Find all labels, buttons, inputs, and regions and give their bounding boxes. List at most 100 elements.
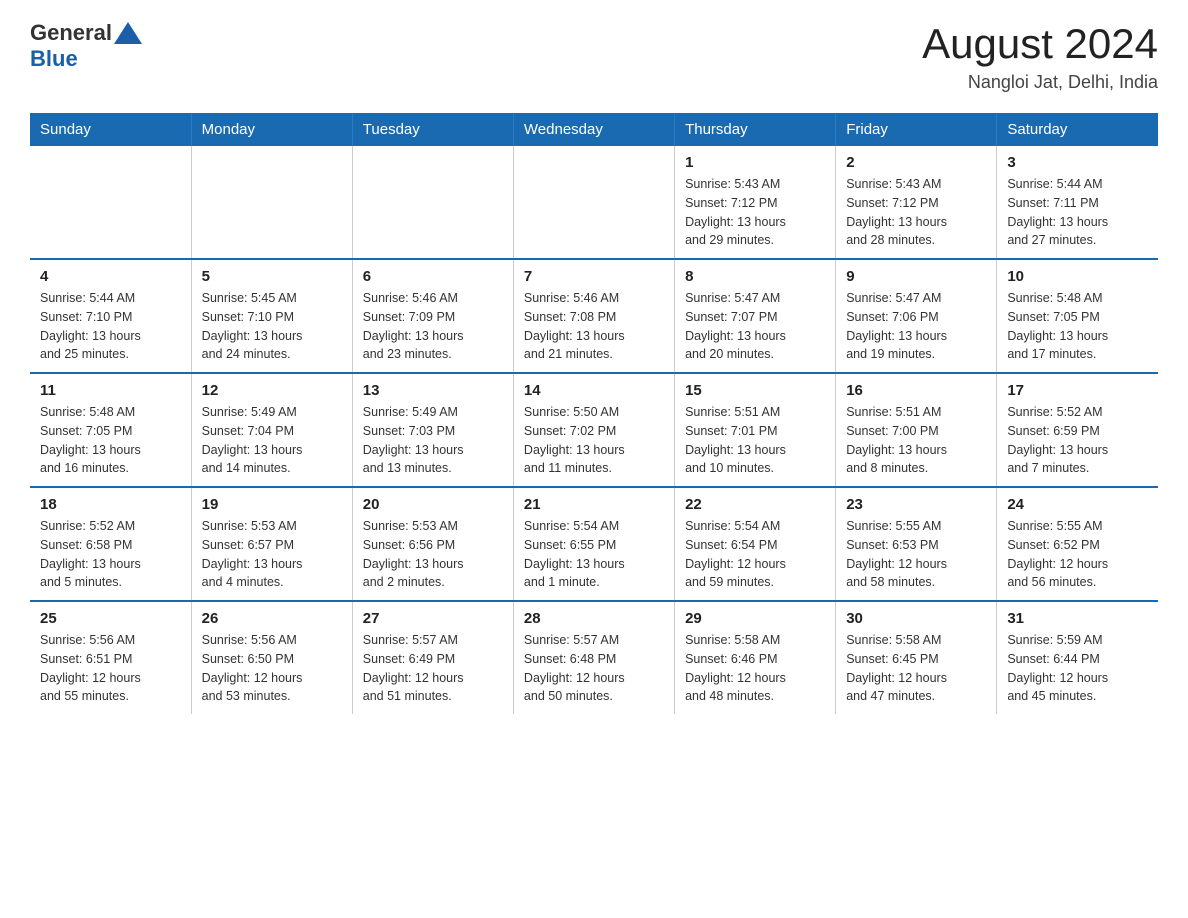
day-number: 16 (846, 382, 986, 399)
day-info: Sunrise: 5:55 AM Sunset: 6:52 PM Dayligh… (1007, 517, 1148, 592)
day-number: 5 (202, 268, 342, 285)
calendar-table: SundayMondayTuesdayWednesdayThursdayFrid… (30, 113, 1158, 714)
title-section: August 2024 Nangloi Jat, Delhi, India (922, 20, 1158, 93)
calendar-cell: 17Sunrise: 5:52 AM Sunset: 6:59 PM Dayli… (997, 373, 1158, 487)
day-number: 21 (524, 496, 664, 513)
header-row: SundayMondayTuesdayWednesdayThursdayFrid… (30, 113, 1158, 146)
week-row-1: 1 Sunrise: 5:43 AM Sunset: 7:12 PM Daylig… (30, 146, 1158, 259)
calendar-cell: 21 Sunrise: 5:54 AM Sunset: 6:55 PM Dayli… (513, 487, 674, 601)
day-number: 7 (524, 268, 664, 285)
calendar-body: 1 Sunrise: 5:43 AM Sunset: 7:12 PM Daylig… (30, 146, 1158, 714)
day-info: Sunrise: 5:54 AM Sunset: 6:55 PM Dayligh… (524, 517, 664, 592)
calendar-cell: 12 Sunrise: 5:49 AM Sunset: 7:04 PM Dayli… (191, 373, 352, 487)
calendar-cell: 28Sunrise: 5:57 AM Sunset: 6:48 PM Dayli… (513, 601, 674, 714)
week-row-4: 18 Sunrise: 5:52 AM Sunset: 6:58 PM Dayli… (30, 487, 1158, 601)
day-number: 28 (524, 610, 664, 627)
day-number: 18 (40, 496, 181, 513)
day-info: Sunrise: 5:45 AM Sunset: 7:10 PM Dayligh… (202, 289, 342, 364)
day-info: Sunrise: 5:54 AM Sunset: 6:54 PM Dayligh… (685, 517, 825, 592)
day-info: Sunrise: 5:59 AM Sunset: 6:44 PM Dayligh… (1007, 631, 1148, 706)
calendar-cell: 14 Sunrise: 5:50 AM Sunset: 7:02 PM Dayli… (513, 373, 674, 487)
day-number: 11 (40, 382, 181, 399)
day-number: 1 (685, 154, 825, 171)
calendar-cell: 30 Sunrise: 5:58 AM Sunset: 6:45 PM Dayli… (836, 601, 997, 714)
calendar-cell: 22 Sunrise: 5:54 AM Sunset: 6:54 PM Dayli… (675, 487, 836, 601)
calendar-cell: 19 Sunrise: 5:53 AM Sunset: 6:57 PM Dayli… (191, 487, 352, 601)
calendar-cell (30, 146, 191, 259)
day-info: Sunrise: 5:48 AM Sunset: 7:05 PM Dayligh… (1007, 289, 1148, 364)
day-number: 14 (524, 382, 664, 399)
day-info: Sunrise: 5:48 AM Sunset: 7:05 PM Dayligh… (40, 403, 181, 478)
day-number: 26 (202, 610, 342, 627)
day-number: 22 (685, 496, 825, 513)
day-info: Sunrise: 5:49 AM Sunset: 7:04 PM Dayligh… (202, 403, 342, 478)
day-number: 29 (685, 610, 825, 627)
logo-top-row: General (30, 20, 142, 46)
day-number: 20 (363, 496, 503, 513)
calendar-cell: 6Sunrise: 5:46 AM Sunset: 7:09 PM Daylig… (352, 259, 513, 373)
logo-general-text: General (30, 20, 112, 46)
calendar-cell (191, 146, 352, 259)
day-info: Sunrise: 5:51 AM Sunset: 7:01 PM Dayligh… (685, 403, 825, 478)
day-number: 27 (363, 610, 503, 627)
calendar-cell: 26 Sunrise: 5:56 AM Sunset: 6:50 PM Dayli… (191, 601, 352, 714)
calendar-cell: 11 Sunrise: 5:48 AM Sunset: 7:05 PM Dayli… (30, 373, 191, 487)
day-info: Sunrise: 5:47 AM Sunset: 7:07 PM Dayligh… (685, 289, 825, 364)
day-info: Sunrise: 5:50 AM Sunset: 7:02 PM Dayligh… (524, 403, 664, 478)
calendar-cell: 2 Sunrise: 5:43 AM Sunset: 7:12 PM Daylig… (836, 146, 997, 259)
day-info: Sunrise: 5:57 AM Sunset: 6:49 PM Dayligh… (363, 631, 503, 706)
day-info: Sunrise: 5:53 AM Sunset: 6:57 PM Dayligh… (202, 517, 342, 592)
header-day-wednesday: Wednesday (513, 113, 674, 146)
day-number: 24 (1007, 496, 1148, 513)
calendar-cell: 20Sunrise: 5:53 AM Sunset: 6:56 PM Dayli… (352, 487, 513, 601)
day-number: 9 (846, 268, 986, 285)
calendar-cell: 7Sunrise: 5:46 AM Sunset: 7:08 PM Daylig… (513, 259, 674, 373)
logo-blue-text: Blue (30, 46, 78, 72)
day-number: 15 (685, 382, 825, 399)
day-number: 10 (1007, 268, 1148, 285)
header-day-thursday: Thursday (675, 113, 836, 146)
calendar-cell: 1 Sunrise: 5:43 AM Sunset: 7:12 PM Daylig… (675, 146, 836, 259)
day-info: Sunrise: 5:52 AM Sunset: 6:59 PM Dayligh… (1007, 403, 1148, 478)
calendar-cell: 27 Sunrise: 5:57 AM Sunset: 6:49 PM Dayli… (352, 601, 513, 714)
week-row-5: 25 Sunrise: 5:56 AM Sunset: 6:51 PM Dayli… (30, 601, 1158, 714)
calendar-title: August 2024 (922, 20, 1158, 68)
calendar-cell: 16Sunrise: 5:51 AM Sunset: 7:00 PM Dayli… (836, 373, 997, 487)
day-number: 13 (363, 382, 503, 399)
header-day-monday: Monday (191, 113, 352, 146)
day-info: Sunrise: 5:55 AM Sunset: 6:53 PM Dayligh… (846, 517, 986, 592)
calendar-cell: 3Sunrise: 5:44 AM Sunset: 7:11 PM Daylig… (997, 146, 1158, 259)
calendar-cell: 9 Sunrise: 5:47 AM Sunset: 7:06 PM Daylig… (836, 259, 997, 373)
day-info: Sunrise: 5:58 AM Sunset: 6:46 PM Dayligh… (685, 631, 825, 706)
header-day-saturday: Saturday (997, 113, 1158, 146)
calendar-subtitle: Nangloi Jat, Delhi, India (922, 72, 1158, 93)
calendar-cell: 29 Sunrise: 5:58 AM Sunset: 6:46 PM Dayli… (675, 601, 836, 714)
calendar-cell: 8 Sunrise: 5:47 AM Sunset: 7:07 PM Daylig… (675, 259, 836, 373)
day-info: Sunrise: 5:58 AM Sunset: 6:45 PM Dayligh… (846, 631, 986, 706)
calendar-cell (352, 146, 513, 259)
day-info: Sunrise: 5:43 AM Sunset: 7:12 PM Dayligh… (685, 175, 825, 250)
day-info: Sunrise: 5:52 AM Sunset: 6:58 PM Dayligh… (40, 517, 181, 592)
day-info: Sunrise: 5:43 AM Sunset: 7:12 PM Dayligh… (846, 175, 986, 250)
day-info: Sunrise: 5:44 AM Sunset: 7:10 PM Dayligh… (40, 289, 181, 364)
day-number: 12 (202, 382, 342, 399)
day-info: Sunrise: 5:44 AM Sunset: 7:11 PM Dayligh… (1007, 175, 1148, 250)
day-number: 19 (202, 496, 342, 513)
day-info: Sunrise: 5:56 AM Sunset: 6:50 PM Dayligh… (202, 631, 342, 706)
calendar-header: SundayMondayTuesdayWednesdayThursdayFrid… (30, 113, 1158, 146)
day-number: 25 (40, 610, 181, 627)
header-day-sunday: Sunday (30, 113, 191, 146)
day-number: 2 (846, 154, 986, 171)
day-number: 31 (1007, 610, 1148, 627)
week-row-3: 11 Sunrise: 5:48 AM Sunset: 7:05 PM Dayli… (30, 373, 1158, 487)
header-day-tuesday: Tuesday (352, 113, 513, 146)
calendar-cell: 25 Sunrise: 5:56 AM Sunset: 6:51 PM Dayli… (30, 601, 191, 714)
calendar-cell: 4Sunrise: 5:44 AM Sunset: 7:10 PM Daylig… (30, 259, 191, 373)
calendar-cell: 24 Sunrise: 5:55 AM Sunset: 6:52 PM Dayli… (997, 487, 1158, 601)
calendar-cell: 23Sunrise: 5:55 AM Sunset: 6:53 PM Dayli… (836, 487, 997, 601)
day-info: Sunrise: 5:47 AM Sunset: 7:06 PM Dayligh… (846, 289, 986, 364)
day-info: Sunrise: 5:56 AM Sunset: 6:51 PM Dayligh… (40, 631, 181, 706)
day-number: 8 (685, 268, 825, 285)
calendar-cell: 10 Sunrise: 5:48 AM Sunset: 7:05 PM Dayli… (997, 259, 1158, 373)
day-number: 30 (846, 610, 986, 627)
